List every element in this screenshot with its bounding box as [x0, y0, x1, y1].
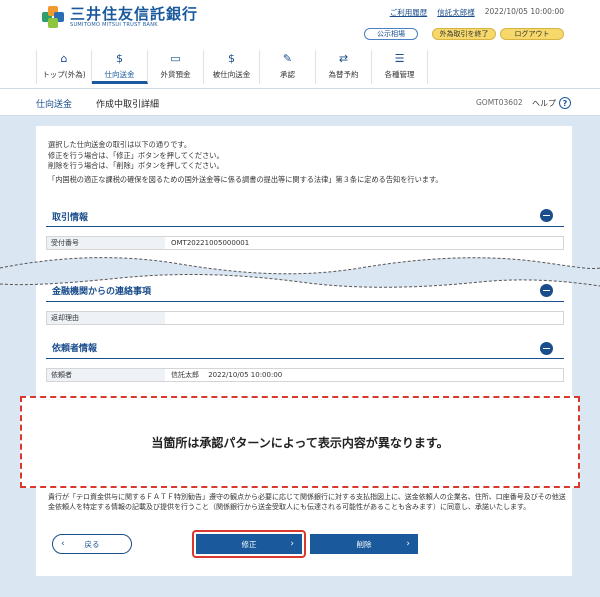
exchange-contract-icon: ⇄ — [338, 52, 349, 65]
nav-label: 仕向送金 — [104, 70, 135, 79]
section-title-requester: 依頼者情報 — [52, 344, 98, 354]
logout-button[interactable]: ログアウト — [500, 28, 564, 40]
chevron-left-icon: ‹ — [61, 539, 65, 549]
nav-label: 被仕向送金 — [212, 70, 251, 79]
row-value: OMT20221005000001 — [171, 239, 250, 247]
nav-item-foreign-deposit[interactable]: ▭ 外貨預金 — [148, 50, 204, 84]
nav-label: 外貨預金 — [160, 70, 191, 79]
page-header-bar: 仕向送金 作成中取引詳細 GOMT03602 ヘルプ ? — [0, 88, 600, 116]
row-label: 返却理由 — [47, 312, 165, 324]
nav-label: 為替予約 — [328, 70, 359, 79]
collapse-icon[interactable] — [540, 284, 553, 297]
logo-name-jp: 三井住友信託銀行 — [70, 5, 199, 23]
breadcrumb-section: 仕向送金 — [36, 100, 73, 110]
collapse-icon[interactable] — [540, 342, 553, 355]
remittance-icon: $ — [116, 52, 123, 65]
nav-item-approval[interactable]: ✎ 承認 — [260, 50, 316, 84]
intro-line: 削除を行う場合は、「削除」ボタンを押してください。 — [48, 161, 224, 170]
deposit-icon: ▭ — [170, 52, 181, 65]
consent-text: 貴行が「テロ資金供与に関するＦＡＴＦ特別勧告」遵守の観点から必要に応じて関係銀行… — [48, 493, 566, 511]
pattern-notice: 当箇所は承認パターンによって表示内容が異なります。 — [20, 396, 580, 488]
back-button[interactable]: ‹ 戻る — [52, 534, 132, 554]
home-icon: ⌂ — [60, 52, 68, 65]
back-label: 戻る — [84, 539, 100, 549]
global-nav: ⌂ トップ(外為) $ 仕向送金 ▭ 外貨預金 $ 被仕向送金 ✎ 承認 ⇄ 為… — [36, 50, 428, 84]
help-label: ヘルプ — [532, 98, 556, 108]
nav-item-outgoing-remittance[interactable]: $ 仕向送金 — [92, 50, 148, 84]
nav-label: 承認 — [280, 70, 295, 79]
chevron-right-icon: › — [406, 539, 410, 549]
public-rate-button[interactable]: 公示相場 — [364, 28, 418, 40]
row-label: 依頼者 — [47, 369, 165, 381]
login-datetime: 2022/10/05 10:00:00 — [484, 7, 564, 16]
delete-button[interactable]: 削除 › — [310, 534, 418, 554]
top-links: ご利用履歴 信託太郎様 2022/10/05 10:00:00 — [390, 7, 564, 18]
end-foreign-transaction-button[interactable]: 外為取引を終了 — [432, 28, 496, 40]
help-icon: ? — [559, 97, 571, 109]
management-icon: ☰ — [394, 52, 405, 65]
row-value: 信託太郎 2022/10/05 10:00:00 — [171, 371, 283, 379]
nav-item-exchange-contract[interactable]: ⇄ 為替予約 — [316, 50, 372, 84]
section-divider — [46, 358, 564, 359]
intro-line: 修正を行う場合は、「修正」ボタンを押してください。 — [48, 150, 224, 160]
nav-label: 各種管理 — [384, 70, 415, 79]
nav-label: トップ(外為) — [42, 70, 86, 79]
screen-id: GOMT03602 — [476, 98, 523, 107]
section-divider — [46, 226, 564, 227]
brand-logo[interactable]: 三井住友信託銀行 SUMITOMO MITSUI TRUST BANK — [42, 6, 198, 28]
edit-button[interactable]: 修正 › — [196, 534, 302, 554]
usage-history-link[interactable]: ご利用履歴 — [390, 7, 428, 18]
edit-label: 修正 — [241, 539, 257, 549]
page-title: 作成中取引詳細 — [96, 100, 160, 110]
incoming-remittance-icon: $ — [228, 52, 235, 65]
row-label: 受付番号 — [47, 237, 165, 249]
table-row: 返却理由 — [46, 311, 564, 325]
section-title-bank-message: 金融機関からの連絡事項 — [52, 287, 152, 297]
intro-text: 選択した仕向送金の取引は以下の通りです。 修正を行う場合は、「修正」ボタンを押し… — [48, 140, 443, 185]
table-row: 依頼者 信託太郎 2022/10/05 10:00:00 — [46, 368, 564, 382]
table-row: 受付番号 OMT20221005000001 — [46, 236, 564, 250]
approval-icon: ✎ — [282, 52, 293, 65]
nav-item-management[interactable]: ☰ 各種管理 — [372, 50, 428, 84]
delete-label: 削除 — [356, 539, 372, 549]
user-name-link[interactable]: 信託太郎様 — [437, 7, 475, 18]
section-divider — [46, 301, 564, 302]
chevron-right-icon: › — [290, 539, 294, 549]
section-title-transaction: 取引情報 — [52, 213, 89, 223]
collapse-icon[interactable] — [540, 209, 553, 222]
intro-line: 選択した仕向送金の取引は以下の通りです。 — [48, 140, 192, 149]
nav-item-top[interactable]: ⌂ トップ(外為) — [36, 50, 92, 84]
help-link[interactable]: ヘルプ ? — [532, 97, 571, 109]
row-value — [165, 312, 171, 324]
nav-item-incoming-remittance[interactable]: $ 被仕向送金 — [204, 50, 260, 84]
intro-line: 「内国税の適正な課税の確保を図るための国外送金等に係る調書の提出等に関する法律」… — [48, 174, 443, 184]
logo-name-en: SUMITOMO MITSUI TRUST BANK — [70, 22, 158, 28]
logo-mark-icon — [42, 6, 64, 28]
header: 三井住友信託銀行 SUMITOMO MITSUI TRUST BANK ご利用履… — [0, 0, 600, 88]
